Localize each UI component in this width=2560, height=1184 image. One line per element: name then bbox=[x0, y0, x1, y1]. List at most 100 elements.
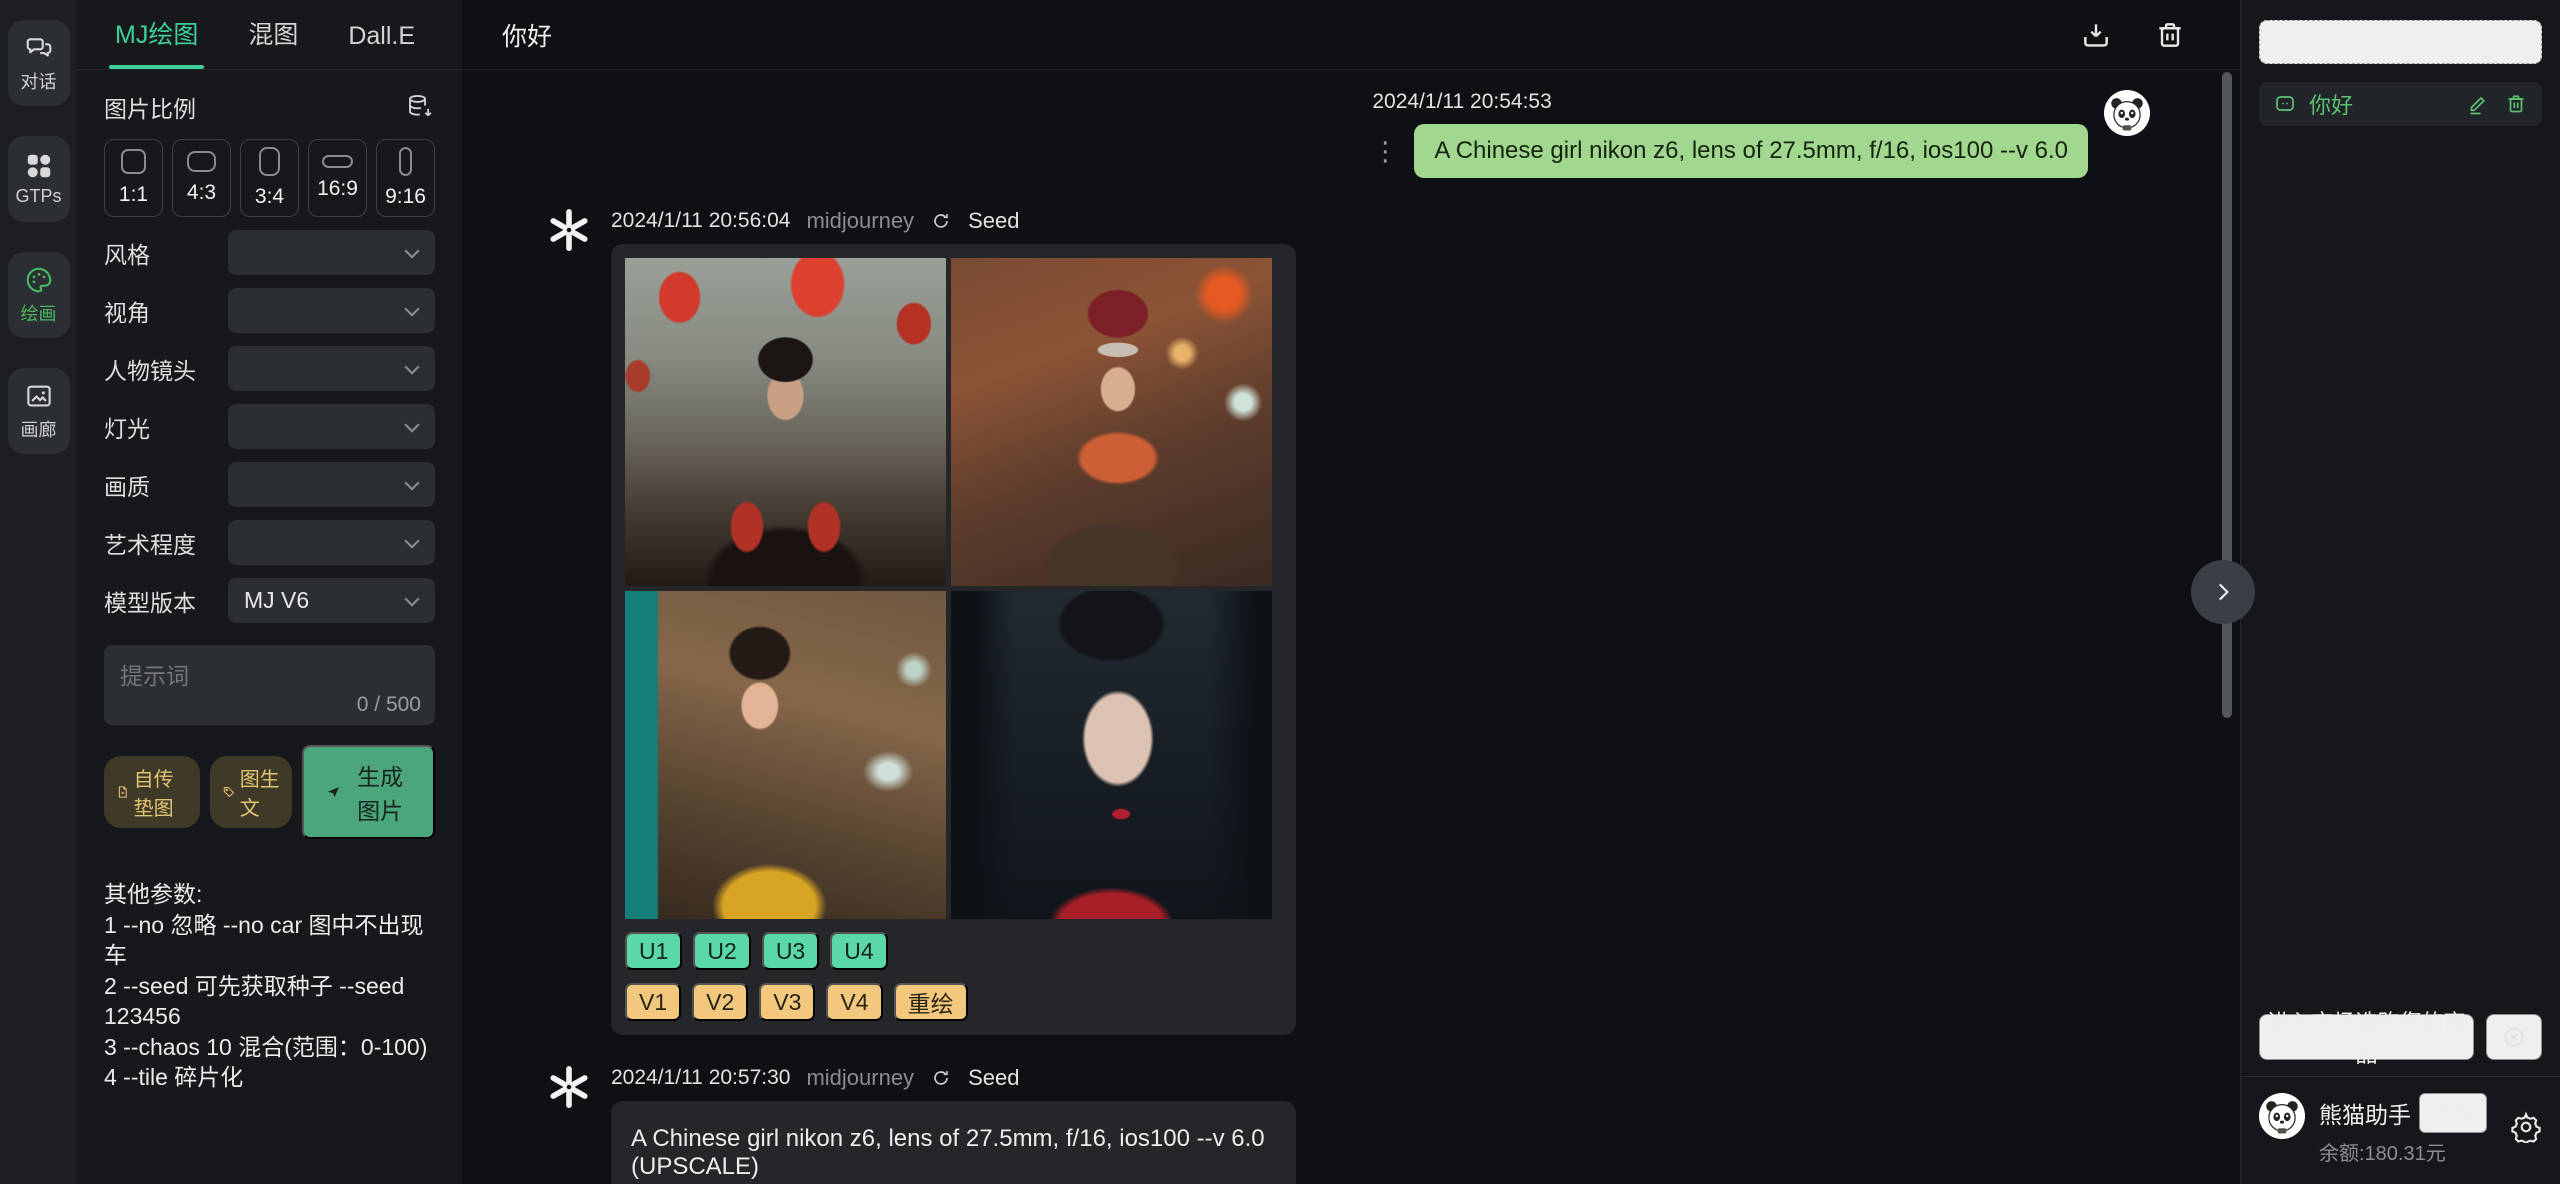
generated-image-3[interactable] bbox=[625, 591, 946, 919]
close-circle-icon bbox=[2502, 1025, 2526, 1049]
redraw-button[interactable]: 重绘 bbox=[894, 983, 968, 1021]
upscale-2-button[interactable]: U2 bbox=[693, 932, 750, 970]
bot-message-grid: 2024/1/11 20:56:04 midjourney Seed bbox=[545, 206, 2240, 1035]
model-version-select[interactable]: MJ V6 bbox=[228, 578, 435, 623]
lighting-select[interactable] bbox=[228, 404, 435, 449]
file-plus-icon bbox=[116, 782, 130, 802]
seed-refresh-icon[interactable] bbox=[930, 1067, 952, 1089]
history-item[interactable]: 你好 bbox=[2259, 82, 2542, 126]
ratio-9-16-button[interactable]: 9:16 bbox=[376, 139, 435, 217]
openai-logo-icon bbox=[545, 206, 593, 254]
upload-pad-button[interactable]: 自传垫图 bbox=[104, 756, 200, 828]
art-level-label: 艺术程度 bbox=[104, 526, 196, 560]
edit-icon[interactable] bbox=[2466, 92, 2490, 116]
variation-2-button[interactable]: V2 bbox=[692, 983, 748, 1021]
rail-item-chat[interactable]: 对话 bbox=[8, 20, 70, 106]
tag-icon bbox=[222, 782, 236, 802]
upscale-4-button[interactable]: U4 bbox=[830, 932, 887, 970]
chevron-down-icon bbox=[401, 590, 423, 612]
ratio-label: 1:1 bbox=[119, 183, 148, 207]
other-params-title: 其他参数: bbox=[104, 879, 435, 910]
ratio-1-1-button[interactable]: 1:1 bbox=[104, 139, 163, 217]
character-lens-select[interactable] bbox=[228, 346, 435, 391]
message-menu-icon[interactable]: ⋮ bbox=[1372, 138, 1398, 164]
settings-gear-icon[interactable] bbox=[2510, 1111, 2542, 1143]
param-line: 1 --no 忽略 --no car 图中不出现车 bbox=[104, 910, 435, 971]
app-root: 对话 GTPs 绘画 画廊 MJ绘图 混图 Dall.E 图片比例 1:1 bbox=[0, 0, 2560, 1184]
image-to-text-label: 图生文 bbox=[240, 763, 281, 821]
chevron-down-icon bbox=[401, 474, 423, 496]
paper-plane-icon bbox=[326, 781, 341, 803]
tab-mj-draw[interactable]: MJ绘图 bbox=[115, 15, 198, 69]
generate-image-label: 生成图片 bbox=[349, 758, 411, 826]
lighting-label: 灯光 bbox=[104, 410, 150, 444]
user-message: 2024/1/11 20:54:53 ⋮ A Chinese girl niko… bbox=[462, 90, 2240, 178]
view-angle-select[interactable] bbox=[228, 288, 435, 333]
bot-avatar bbox=[545, 206, 593, 254]
download-icon[interactable] bbox=[2080, 19, 2112, 51]
seed-refresh-icon[interactable] bbox=[930, 210, 952, 232]
tab-blend[interactable]: 混图 bbox=[248, 15, 298, 69]
chevron-down-icon bbox=[401, 242, 423, 264]
variation-1-button[interactable]: V1 bbox=[625, 983, 681, 1021]
param-line: 2 --seed 可先获取种子 --seed 123456 bbox=[104, 971, 435, 1032]
bot-avatar bbox=[545, 1063, 593, 1111]
user-message-bubble: A Chinese girl nikon z6, lens of 27.5mm,… bbox=[1414, 124, 2088, 178]
bot-message-upscale: 2024/1/11 20:57:30 midjourney Seed A Chi… bbox=[545, 1063, 2240, 1184]
seed-link[interactable]: Seed bbox=[968, 1065, 1019, 1091]
style-select[interactable] bbox=[228, 230, 435, 275]
chat-area: 你好 2024/1/11 20:54:53 ⋮ A Chinese girl n… bbox=[462, 0, 2240, 1184]
variation-4-button[interactable]: V4 bbox=[826, 983, 882, 1021]
chevron-down-icon bbox=[401, 358, 423, 380]
art-level-select[interactable] bbox=[228, 520, 435, 565]
generated-image-4[interactable] bbox=[951, 591, 1272, 919]
seed-link[interactable]: Seed bbox=[968, 208, 1019, 234]
generated-image-2[interactable] bbox=[951, 258, 1272, 586]
rail-item-gpts[interactable]: GTPs bbox=[8, 136, 70, 222]
tab-dalle[interactable]: Dall.E bbox=[348, 22, 415, 69]
ratio-4-3-button[interactable]: 4:3 bbox=[172, 139, 231, 217]
message-icon bbox=[2273, 92, 2297, 116]
ratio-3-4-button[interactable]: 3:4 bbox=[240, 139, 299, 217]
image-to-text-button[interactable]: 图生文 bbox=[210, 756, 292, 828]
upscale-1-button[interactable]: U1 bbox=[625, 932, 682, 970]
character-lens-label: 人物镜头 bbox=[104, 352, 196, 386]
rail-item-label: 对话 bbox=[21, 68, 57, 94]
history-item-title: 你好 bbox=[2309, 88, 2454, 120]
quality-select[interactable] bbox=[228, 462, 435, 507]
chevron-down-icon bbox=[401, 300, 423, 322]
ratio-label: 9:16 bbox=[385, 185, 426, 209]
generate-image-button[interactable]: 生成图片 bbox=[302, 745, 435, 839]
prompt-input[interactable] bbox=[104, 645, 435, 697]
ratio-4-3-glyph bbox=[187, 151, 216, 172]
rail-item-gallery[interactable]: 画廊 bbox=[8, 368, 70, 454]
market-button[interactable]: 进入市场选购您的商品 bbox=[2259, 1014, 2474, 1060]
chevron-down-icon bbox=[401, 416, 423, 438]
account-balance: 余额:180.31元 bbox=[2319, 1137, 2487, 1166]
bot-message-time: 2024/1/11 20:57:30 bbox=[611, 1066, 790, 1090]
new-chat-button[interactable]: 新建聊天 bbox=[2259, 20, 2542, 64]
rail-item-label: GTPs bbox=[15, 186, 61, 207]
user-message-time: 2024/1/11 20:54:53 bbox=[1372, 90, 1551, 114]
chevron-right-icon bbox=[2210, 579, 2236, 605]
rail-item-drawing[interactable]: 绘画 bbox=[8, 252, 70, 338]
delete-icon[interactable] bbox=[2504, 92, 2528, 116]
upscale-card: A Chinese girl nikon z6, lens of 27.5mm,… bbox=[611, 1101, 1296, 1184]
param-line: 3 --chaos 10 混合(范围：0-100) bbox=[104, 1032, 435, 1063]
openai-logo-icon bbox=[545, 1063, 593, 1111]
chevron-down-icon bbox=[401, 532, 423, 554]
ratio-16-9-button[interactable]: 16:9 bbox=[308, 139, 367, 217]
upscale-3-button[interactable]: U3 bbox=[762, 932, 819, 970]
collapse-sidebar-button[interactable] bbox=[2191, 560, 2255, 624]
trash-icon[interactable] bbox=[2154, 19, 2186, 51]
dismiss-market-button[interactable] bbox=[2486, 1014, 2542, 1060]
logout-button[interactable]: 退出 bbox=[2419, 1093, 2487, 1133]
ratio-16-9-glyph bbox=[322, 155, 353, 168]
generated-image-1[interactable] bbox=[625, 258, 946, 586]
account-avatar[interactable] bbox=[2259, 1093, 2305, 1139]
preset-save-icon[interactable] bbox=[405, 92, 435, 122]
panda-avatar-icon bbox=[2261, 1095, 2303, 1137]
variation-3-button[interactable]: V3 bbox=[759, 983, 815, 1021]
upscale-prompt-text: A Chinese girl nikon z6, lens of 27.5mm,… bbox=[627, 1117, 1280, 1181]
chat-bubbles-icon bbox=[24, 33, 54, 63]
